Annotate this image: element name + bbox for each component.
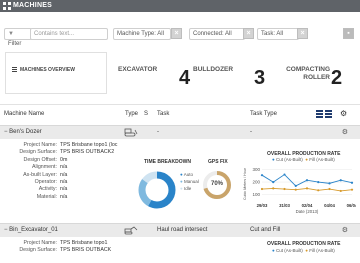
machine-detail: Project Name: TPS Brisbane topo1 Design S… [0,237,360,263]
gps-fix-title: GPS FIX [208,159,228,165]
task-select[interactable]: Task: All [257,28,299,40]
overview-label: MACHINES OVERVIEW [20,67,75,73]
stat-compacting-roller: COMPACTING ROLLER [286,66,330,81]
bulldozer-icon [124,128,138,137]
task-value: Haul road intersect [157,227,208,233]
data-point [260,174,264,177]
data-point [283,173,286,176]
data-point [339,179,342,182]
row-settings-icon[interactable]: ⚙ [342,128,348,136]
y-axis-label: Cubic Meters / Hour [243,167,247,200]
table-row[interactable]: − Bin_Excavator_01 Haul road intersect C… [0,223,360,237]
x-tick-label: 04/04 [324,203,335,208]
production-legend: ● Cut (As-Built) ● Fill (As-Built) [272,157,335,162]
machine-name: − Bin_Excavator_01 [4,227,58,233]
funnel-icon: ▼ [8,31,14,37]
stat-excavator-value: 4 [179,67,191,89]
table-row[interactable]: − Ben's Dozer - - ⚙ [0,125,360,139]
data-point [294,184,297,187]
collapse-filter-icon[interactable]: ▪ [343,28,354,39]
col-machine-name[interactable]: Machine Name [4,111,44,117]
x-tick-label: 06/04 [347,203,356,208]
excavator-icon [124,226,138,235]
stat-excavator: EXCAVATOR [118,66,158,73]
row-settings-icon[interactable]: ⚙ [342,226,348,234]
time-breakdown-title: TIME BREAKDOWN [144,159,191,165]
x-tick-label: 29/03 [257,203,268,208]
list-icon [12,67,17,72]
machines-overview: MACHINES OVERVIEW EXCAVATOR 4 BULLDOZER … [0,48,360,105]
col-type[interactable]: Type [125,111,138,117]
filter-bar: ▼ Filter Contains text... Machine Type: … [0,24,360,47]
task-type-value: - [250,129,252,135]
production-chart: 300 200 100 Cubic Meters / Hour 29/03 31/03 02… [243,167,356,214]
settings-gear-icon[interactable]: ⚙ [340,109,347,118]
data-point [317,181,320,184]
col-task[interactable]: Task [157,111,169,117]
x-tick-label: 02/04 [302,203,313,208]
app-title: MACHINES [13,2,52,9]
data-point [350,188,354,191]
stat-compacting-roller-value: 2 [331,67,343,89]
stat-bulldozer-value: 3 [254,67,266,89]
machine-type-select[interactable]: Machine Type: All [113,28,171,40]
task-type-value: Cut and Fill [250,227,281,233]
data-point [260,187,264,191]
view-toggle-icon[interactable] [316,110,338,118]
data-point [305,179,309,182]
data-point [328,182,331,185]
data-point [350,181,354,184]
y-tick-label: 200 [252,180,260,185]
overview-box: MACHINES OVERVIEW [5,52,107,94]
data-point [328,187,331,191]
detail-list: Project Name: TPS Brisbane topo1 (loc Des… [19,142,118,200]
col-s[interactable]: S [144,111,148,117]
stat-bulldozer: BULLDOZER [193,66,234,73]
connected-select[interactable]: Connected: All [189,28,245,40]
production-legend: ● Cut (As-Built) ● Fill (As-Built) [272,248,335,253]
data-point [272,181,275,184]
col-task-type[interactable]: Task Type [250,111,277,117]
y-tick-label: 300 [252,167,260,172]
table-header: Machine Name Type S Task Task Type ⚙ [0,109,360,121]
data-point [272,187,275,190]
task-value: - [157,129,159,135]
y-tick-label: 100 [252,192,260,197]
search-input[interactable]: Contains text... [30,28,108,40]
machine-detail: Project Name: TPS Brisbane topo1 (loc Des… [0,139,360,219]
x-tick-label: 31/03 [279,203,290,208]
title-bar: MACHINES [0,0,360,12]
clear-task-icon[interactable]: × [297,28,308,39]
gps-fix-value: 70% [210,181,223,187]
data-point [305,187,309,190]
clear-connected-icon[interactable]: × [243,28,254,39]
data-point [294,188,297,191]
grid-icon [3,2,11,10]
production-title: OVERALL PRODUCTION RATE [267,241,341,247]
filter-button[interactable]: ▼ Filter [4,28,32,47]
data-point [339,189,342,193]
time-breakdown-donut [138,171,176,209]
x-axis-label: Date (2013) [296,209,319,214]
data-point [283,187,286,191]
time-breakdown-legend: ● Auto ● Manual ● Idle [180,172,199,191]
machine-name: − Ben's Dozer [4,129,42,135]
detail-list: Project Name: TPS Brisbane topo1 Design S… [19,240,112,254]
data-point [317,189,320,192]
clear-machine-type-icon[interactable]: × [171,28,182,39]
